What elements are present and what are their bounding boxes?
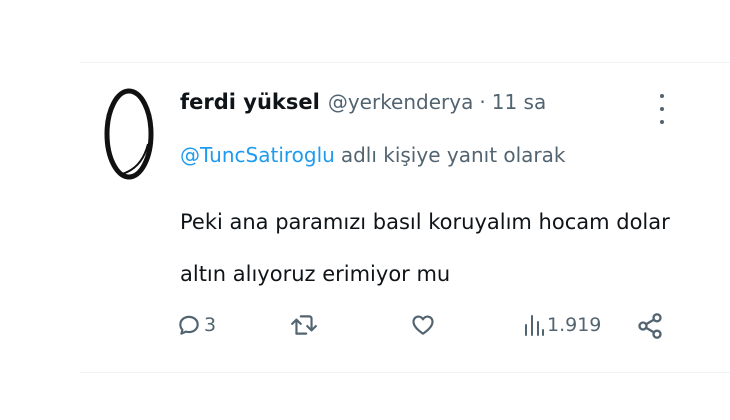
tweet-text: Peki ana paramızı basıl koruyalım hocam …	[180, 196, 700, 300]
more-vertical-icon[interactable]	[654, 94, 670, 124]
heart-icon	[412, 315, 434, 335]
reply-icon	[179, 315, 199, 335]
reply-count: 3	[204, 314, 217, 336]
reply-mention-link[interactable]: @TuncSatiroglu	[180, 143, 335, 167]
tweet-text-line: altın alıyoruz erimiyor mu	[180, 262, 451, 286]
share-icon	[638, 313, 662, 339]
tweet-time[interactable]: 11 sa	[492, 90, 546, 114]
reply-context-text: adlı kişiye yanıt olarak	[340, 143, 566, 167]
retweet-icon	[291, 315, 317, 335]
reply-button[interactable]: 3	[176, 312, 216, 338]
top-divider	[80, 62, 730, 63]
bottom-divider	[80, 372, 730, 373]
views-bar-icon	[525, 315, 544, 336]
reply-context: @TuncSatiroglu adlı kişiye yanıt olarak	[180, 143, 566, 167]
avatar[interactable]	[104, 88, 154, 180]
display-name[interactable]: ferdi yüksel	[180, 90, 320, 114]
like-button[interactable]	[410, 312, 436, 338]
views-button[interactable]: 1.919	[523, 312, 601, 338]
tweet-header: ferdi yüksel @yerkenderya · 11 sa	[180, 90, 546, 114]
views-count: 1.919	[547, 314, 602, 336]
separator-dot: ·	[479, 90, 486, 114]
retweet-button[interactable]	[290, 312, 318, 338]
share-button[interactable]	[636, 312, 664, 340]
user-handle[interactable]: @yerkenderya	[328, 90, 474, 114]
tweet-text-line: Peki ana paramızı basıl koruyalım hocam …	[180, 210, 670, 234]
action-bar: 3 1.919	[0, 312, 730, 348]
